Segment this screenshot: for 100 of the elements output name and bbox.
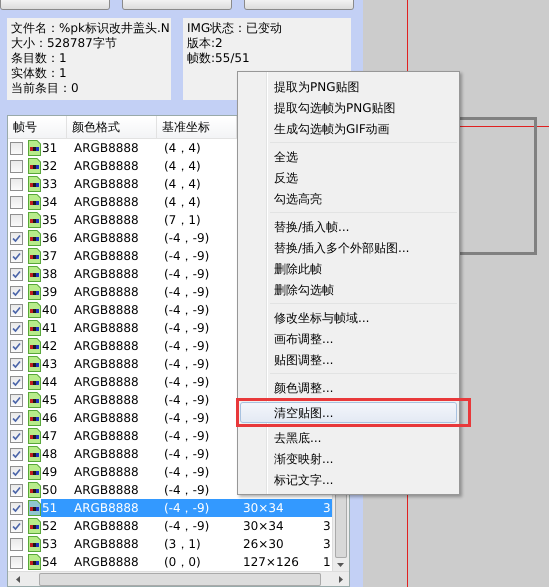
info-line: 条目数：1 <box>11 51 68 66</box>
table-cell-text: ARGB8888 <box>74 410 140 427</box>
menu-item[interactable]: 颜色调整... <box>240 377 457 398</box>
checkbox[interactable] <box>10 322 23 334</box>
image-file-icon <box>28 446 41 462</box>
checkbox[interactable] <box>10 142 23 154</box>
frame-number: 36 <box>41 230 58 247</box>
horizontal-scrollbar[interactable] <box>8 571 349 586</box>
checkbox[interactable] <box>10 394 23 406</box>
table-cell-text: (-4，-9) <box>164 266 210 283</box>
toolbar-button[interactable] <box>122 0 232 10</box>
image-file-icon <box>28 212 41 228</box>
checkbox[interactable] <box>10 520 23 532</box>
checkbox[interactable] <box>10 376 23 388</box>
checkbox[interactable] <box>10 250 23 262</box>
checkbox[interactable] <box>10 430 23 442</box>
table-cell-text: ARGB8888 <box>74 518 140 535</box>
menu-item[interactable]: 去黑底... <box>240 427 457 448</box>
image-file-icon <box>28 464 41 480</box>
menu-item[interactable]: 标记文字... <box>240 469 457 490</box>
info-line: 帧数:55/51 <box>187 51 251 66</box>
table-cell-text: ARGB8888 <box>74 392 140 409</box>
image-file-icon <box>28 266 41 282</box>
table-cell-text: (4，4) <box>164 194 202 211</box>
table-cell-text: ARGB8888 <box>74 176 140 193</box>
menu-item[interactable]: 反选 <box>240 167 457 188</box>
frame-number: 37 <box>41 248 58 265</box>
frame-number: 44 <box>41 374 58 391</box>
left-arrow-icon[interactable] <box>16 576 20 582</box>
table-cell-text: (4，4) <box>164 140 202 157</box>
image-file-icon <box>28 536 41 552</box>
table-cell-text: ARGB8888 <box>74 158 140 175</box>
checkbox[interactable] <box>10 178 23 190</box>
checkbox[interactable] <box>10 232 23 244</box>
checkbox[interactable] <box>10 286 23 298</box>
menu-item[interactable]: 提取为PNG贴图 <box>240 76 457 97</box>
info-line: IMG状态：已变动 <box>187 21 284 36</box>
menu-item[interactable]: 渐变映射... <box>240 448 457 469</box>
right-arrow-icon[interactable] <box>339 576 343 582</box>
image-file-icon <box>28 410 41 426</box>
menu-item[interactable]: 勾选高亮 <box>240 188 457 209</box>
column-header[interactable]: 颜色格式 <box>67 116 157 138</box>
menu-item[interactable]: 生成勾选帧为GIF动画 <box>240 118 457 139</box>
table-cell-text: ARGB8888 <box>74 338 140 355</box>
menu-item[interactable]: 替换/插入多个外部贴图... <box>240 237 457 258</box>
menu-item[interactable]: 全选 <box>240 146 457 167</box>
frame-number: 31 <box>41 140 58 157</box>
info-line: 文件名：%pk标识改井盖头.N <box>11 21 167 36</box>
checkbox[interactable] <box>10 304 23 316</box>
frame-number: 49 <box>41 464 58 481</box>
checkbox[interactable] <box>10 214 23 226</box>
checkbox[interactable] <box>10 196 23 208</box>
menu-item[interactable]: 删除勾选帧 <box>240 279 457 300</box>
menu-item[interactable]: 贴图调整... <box>240 349 457 370</box>
frame-number: 32 <box>41 158 58 175</box>
menu-item[interactable]: 清空贴图... <box>240 402 457 423</box>
checkbox[interactable] <box>10 268 23 280</box>
frame-number: 42 <box>41 338 58 355</box>
frame-number: 47 <box>41 428 58 445</box>
checkbox[interactable] <box>10 556 23 568</box>
table-cell-text: (-4，-9) <box>164 320 210 337</box>
menu-item[interactable]: 画布调整... <box>240 328 457 349</box>
table-cell-text: (-4，-9) <box>164 356 210 373</box>
table-cell-text: ARGB8888 <box>74 356 140 373</box>
table-cell-text: (-4，-9) <box>164 518 210 535</box>
menu-item[interactable]: 替换/插入帧... <box>240 216 457 237</box>
checkbox[interactable] <box>10 160 23 172</box>
image-file-icon <box>28 482 41 498</box>
table-cell-text: (-4，-9) <box>164 284 210 301</box>
info-line: 实体数：1 <box>11 66 68 81</box>
frame-number: 38 <box>41 266 58 283</box>
scrollbar-thumb[interactable] <box>38 572 320 586</box>
toolbar-button[interactable] <box>244 0 354 10</box>
checkbox[interactable] <box>10 538 23 550</box>
column-header[interactable]: 帧号 <box>8 116 67 138</box>
table-cell: 30×34 <box>243 501 284 515</box>
image-file-icon <box>28 320 41 336</box>
checkbox[interactable] <box>10 358 23 370</box>
table-cell-text: (4，4) <box>164 176 202 193</box>
checkbox[interactable] <box>10 466 23 478</box>
toolbar-button[interactable] <box>0 0 110 10</box>
menu-item[interactable]: 删除此帧 <box>240 258 457 279</box>
menu-item[interactable]: 提取勾选帧为PNG贴图 <box>240 97 457 118</box>
frame-number: 35 <box>41 212 58 229</box>
table-cell: 127×126 <box>243 555 299 569</box>
checkbox[interactable] <box>10 448 23 460</box>
down-arrow-icon[interactable] <box>337 563 344 567</box>
menu-item[interactable]: 修改坐标与帧域... <box>240 307 457 328</box>
table-cell-text: (-4，-9) <box>164 410 210 427</box>
frame-number: 43 <box>41 356 58 373</box>
table-cell: 3 <box>323 501 331 515</box>
checkbox[interactable] <box>10 340 23 352</box>
table-cell-text: ARGB8888 <box>74 284 140 301</box>
table-cell-text: ARGB8888 <box>74 140 140 157</box>
checkbox[interactable] <box>10 484 23 496</box>
image-file-icon <box>28 338 41 354</box>
table-cell-text: ARGB8888 <box>74 194 140 211</box>
table-cell-text: (-4，-9) <box>164 428 210 445</box>
checkbox[interactable] <box>10 412 23 424</box>
checkbox[interactable] <box>10 502 23 514</box>
